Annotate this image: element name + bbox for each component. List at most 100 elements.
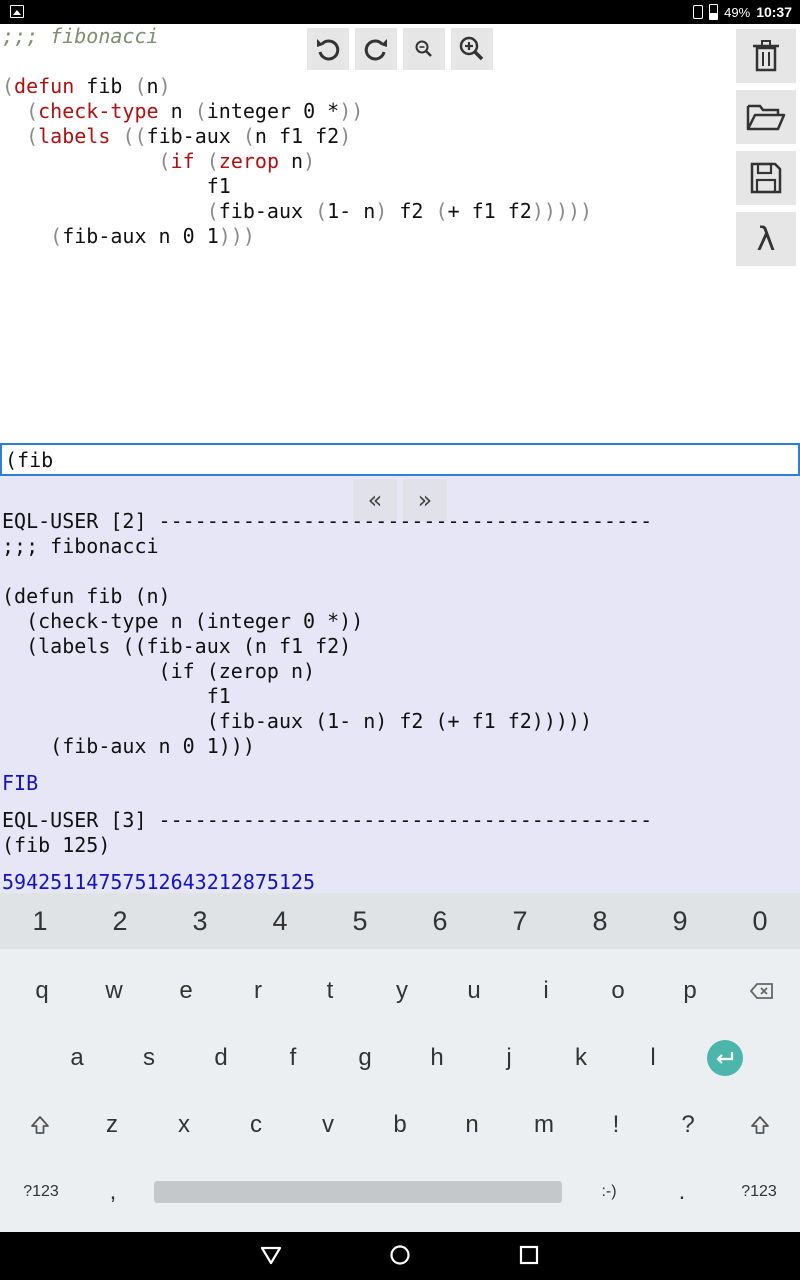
- shift-icon: [31, 1115, 49, 1134]
- code-token: ))): [218, 224, 255, 248]
- code-token: ;;; fibonacci: [2, 24, 159, 48]
- history-buttons: « »: [353, 479, 447, 521]
- code-token: ))))): [531, 199, 593, 223]
- undo-icon: [317, 39, 340, 61]
- key-g[interactable]: g: [329, 1024, 401, 1091]
- home-icon[interactable]: [389, 1244, 411, 1266]
- symbols-key[interactable]: ?123: [0, 1158, 82, 1225]
- symbols-key-right[interactable]: ?123: [718, 1158, 800, 1225]
- code-token: n: [279, 149, 304, 173]
- shift-key-left[interactable]: [4, 1091, 76, 1158]
- space-key[interactable]: [154, 1180, 562, 1203]
- key-5[interactable]: 5: [320, 893, 400, 949]
- editor-text[interactable]: ;;; fibonacci (defun fib (n) (check-type…: [2, 24, 592, 249]
- key-![interactable]: !: [580, 1091, 652, 1158]
- key-q[interactable]: q: [6, 957, 78, 1024]
- key-0[interactable]: 0: [720, 893, 800, 949]
- redo-button[interactable]: [355, 28, 397, 70]
- key-l[interactable]: l: [617, 1024, 689, 1091]
- output-line: (check-type n (integer 0 *)): [2, 609, 364, 633]
- backspace-icon: [750, 982, 773, 999]
- key-s[interactable]: s: [113, 1024, 185, 1091]
- save-icon: [750, 162, 782, 194]
- output-line: (labels ((fib-aux (n f1 f2): [2, 634, 352, 658]
- soft-keyboard: 1234567890 qwertyuiop asdfghjkl z x c v b n m!…: [0, 893, 800, 1232]
- code-token: (: [315, 199, 328, 223]
- key-z[interactable]: z: [76, 1091, 148, 1158]
- keyboard-row-3: z x c v b n m!?: [4, 1091, 800, 1158]
- key-n[interactable]: n: [436, 1091, 508, 1158]
- recents-icon[interactable]: [518, 1244, 540, 1266]
- key-3[interactable]: 3: [160, 893, 240, 949]
- key-v[interactable]: v: [292, 1091, 364, 1158]
- period-key[interactable]: .: [646, 1158, 718, 1225]
- code-token: 1- n: [327, 199, 376, 223]
- key-j[interactable]: j: [473, 1024, 545, 1091]
- key-t[interactable]: t: [294, 957, 366, 1024]
- key-k[interactable]: k: [545, 1024, 617, 1091]
- eval-button[interactable]: λ: [736, 212, 796, 266]
- code-editor[interactable]: ;;; fibonacci (defun fib (n) (check-type…: [0, 24, 800, 442]
- backspace-key[interactable]: [726, 957, 798, 1024]
- command-input[interactable]: [2, 445, 798, 474]
- comma-key[interactable]: ,: [82, 1158, 144, 1225]
- key-x[interactable]: x: [148, 1091, 220, 1158]
- enter-key[interactable]: [689, 1024, 761, 1091]
- key-i[interactable]: i: [510, 957, 582, 1024]
- code-token: (: [26, 99, 39, 123]
- key-8[interactable]: 8: [560, 893, 640, 949]
- shift-key-right[interactable]: [724, 1091, 796, 1158]
- key-2[interactable]: 2: [80, 893, 160, 949]
- key-4[interactable]: 4: [240, 893, 320, 949]
- back-icon[interactable]: [260, 1244, 282, 1266]
- key-d[interactable]: d: [185, 1024, 257, 1091]
- code-token: (: [134, 74, 147, 98]
- key-p[interactable]: p: [654, 957, 726, 1024]
- zoom-in-button[interactable]: [451, 28, 493, 70]
- zoom-out-button[interactable]: [403, 28, 445, 70]
- history-back-button[interactable]: «: [353, 479, 397, 521]
- code-token: (: [194, 99, 207, 123]
- output-line: f1: [2, 684, 231, 708]
- key-m[interactable]: m: [508, 1091, 580, 1158]
- delete-button[interactable]: [736, 29, 796, 83]
- open-button[interactable]: [736, 90, 796, 144]
- key-7[interactable]: 7: [480, 893, 560, 949]
- key-9[interactable]: 9: [640, 893, 720, 949]
- key-f[interactable]: f: [257, 1024, 329, 1091]
- enter-icon: [707, 1039, 743, 1076]
- editor-line: (fib-aux (1- n) f2 (+ f1 f2))))): [2, 199, 592, 224]
- keyboard-row-4: ?123 , :-) . ?123: [0, 1158, 800, 1225]
- key-?[interactable]: ?: [652, 1091, 724, 1158]
- side-toolbar: λ: [736, 29, 796, 266]
- key-y[interactable]: y: [366, 957, 438, 1024]
- editor-line: (labels ((fib-aux (n f1 f2): [2, 124, 592, 149]
- key-o[interactable]: o: [582, 957, 654, 1024]
- key-6[interactable]: 6: [400, 893, 480, 949]
- code-token: check-type: [38, 99, 159, 123]
- history-forward-button[interactable]: »: [403, 479, 447, 521]
- key-c[interactable]: c: [220, 1091, 292, 1158]
- key-u[interactable]: u: [438, 957, 510, 1024]
- key-1[interactable]: 1: [0, 893, 80, 949]
- command-line[interactable]: [0, 443, 800, 476]
- smiley-key[interactable]: :-): [572, 1158, 646, 1225]
- key-e[interactable]: e: [150, 957, 222, 1024]
- output-line: (defun fib (n): [2, 584, 171, 608]
- editor-line: ;;; fibonacci: [2, 24, 592, 49]
- key-r[interactable]: r: [222, 957, 294, 1024]
- code-token: ((: [122, 124, 147, 148]
- key-w[interactable]: w: [78, 957, 150, 1024]
- undo-button[interactable]: [307, 28, 349, 70]
- save-button[interactable]: [736, 151, 796, 205]
- key-b[interactable]: b: [364, 1091, 436, 1158]
- key-a[interactable]: a: [41, 1024, 113, 1091]
- keyboard-row-1: qwertyuiop: [6, 957, 800, 1024]
- code-token: f2: [387, 199, 436, 223]
- key-h[interactable]: h: [401, 1024, 473, 1091]
- repl-output[interactable]: EQL-USER [2] ---------------------------…: [0, 476, 800, 894]
